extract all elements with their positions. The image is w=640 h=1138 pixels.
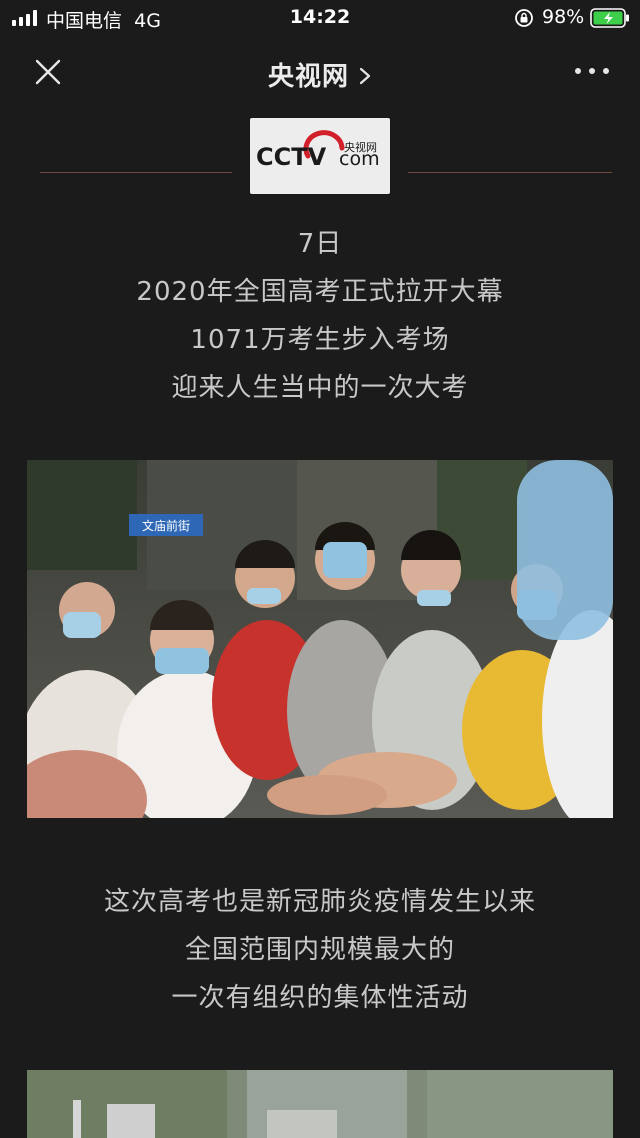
students-photo-illustration: 文庙前街	[27, 460, 613, 818]
body-line: 这次高考也是新冠肺炎疫情发生以来	[103, 887, 536, 917]
intro-line: 1071万考生步入考场	[190, 325, 450, 355]
cctv-logo-graphic: CCTV com 央视网	[256, 130, 380, 171]
nav-bar: 央视网	[0, 36, 640, 108]
more-icon[interactable]	[572, 66, 612, 76]
body-line: 一次有组织的集体性活动	[171, 983, 469, 1013]
intro-line: 2020年全国高考正式拉开大幕	[136, 277, 504, 307]
status-bar: 中国电信 4G 14:22 98%	[0, 0, 640, 36]
intro-line: 7日	[297, 229, 343, 259]
divider-left	[40, 172, 232, 173]
street-photo-illustration	[27, 1070, 613, 1138]
battery-charging-icon	[590, 8, 629, 28]
intro-text: 7日 2020年全国高考正式拉开大幕 1071万考生步入考场 迎来人生当中的一次…	[0, 220, 640, 412]
battery-percentage: 98%	[542, 6, 585, 28]
logo-brand-text: CCTV	[256, 143, 327, 171]
intro-line: 迎来人生当中的一次大考	[171, 373, 469, 403]
lock-rotation-icon	[515, 9, 533, 27]
article-photo-street[interactable]	[27, 1070, 613, 1138]
article-photo-students[interactable]: 文庙前街	[27, 460, 613, 818]
nav-title: 央视网	[267, 62, 349, 92]
cctv-logo: CCTV com 央视网	[250, 118, 390, 194]
logo-chinese-text: 央视网	[344, 140, 377, 154]
body-line: 全国范围内规模最大的	[184, 935, 455, 965]
body-text: 这次高考也是新冠肺炎疫情发生以来 全国范围内规模最大的 一次有组织的集体性活动	[0, 878, 640, 1022]
nav-title-link[interactable]: 央视网	[0, 56, 640, 93]
divider-right	[408, 172, 612, 173]
street-sign-text: 文庙前街	[142, 518, 190, 533]
chevron-right-icon	[359, 67, 371, 85]
